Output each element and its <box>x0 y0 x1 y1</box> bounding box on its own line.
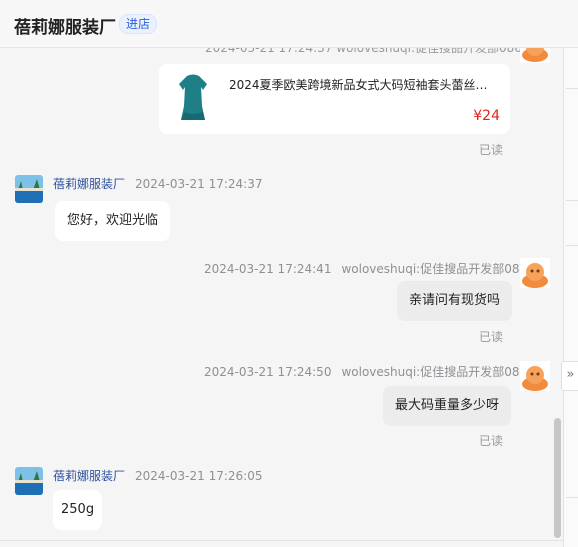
sender-name: woloveshuqi:促佳搜品开发部086 <box>341 365 528 379</box>
message-meta: 2024-03-21 17:24:50 woloveshuqi:促佳搜品开发部08… <box>204 363 527 380</box>
scrollbar-thumb[interactable] <box>554 418 561 538</box>
user-avatar <box>520 47 550 63</box>
user-avatar <box>520 258 550 288</box>
read-status: 已读 <box>479 143 504 157</box>
product-card[interactable]: 2024夏季欧美跨境新品女式大码短袖套头蕾丝百... ¥24 <box>159 64 510 134</box>
message-meta: 蓓莉娜服装厂 2024-03-21 17:24:37 <box>53 175 262 192</box>
message-bubble: 最大码重量多少呀 <box>383 386 512 426</box>
message-time: 2024-03-21 17:24:50 <box>204 365 332 379</box>
message-time: 2024-03-21 17:24:41 <box>204 262 332 276</box>
message-bubble: 您好，欢迎光临 <box>55 201 171 241</box>
panel-divider <box>566 497 578 498</box>
message-meta: 2024-03-21 17:24:37 woloveshuqi:促佳搜品开发部0… <box>205 47 522 55</box>
sender-name[interactable]: 蓓莉娜服装厂 <box>53 177 125 191</box>
user-avatar <box>520 361 550 391</box>
double-chevron-right-icon: » <box>566 367 575 382</box>
product-title: 2024夏季欧美跨境新品女式大码短袖套头蕾丝百... <box>229 78 497 92</box>
message-bubble: 250g <box>53 490 103 530</box>
read-status: 已读 <box>479 434 504 448</box>
message-meta: 2024-03-21 17:24:41 woloveshuqi:促佳搜品开发部08… <box>204 260 527 277</box>
shop-avatar <box>15 175 43 203</box>
message-meta: 蓓莉娜服装厂 2024-03-21 17:26:05 <box>53 467 262 484</box>
panel-divider <box>566 200 578 201</box>
read-status: 已读 <box>479 330 504 344</box>
right-side-panel <box>563 47 578 547</box>
message-time: 2024-03-21 17:24:37 <box>135 177 263 191</box>
chat-header: 蓓莉娜服装厂 进店 <box>0 0 578 48</box>
shop-name: 蓓莉娜服装厂 <box>14 18 116 38</box>
panel-divider <box>566 245 578 246</box>
sender-name[interactable]: 蓓莉娜服装厂 <box>53 469 125 483</box>
product-image <box>179 74 207 120</box>
panel-divider <box>566 88 578 89</box>
shop-avatar <box>15 467 43 495</box>
product-price: ¥24 <box>473 108 500 124</box>
input-divider <box>0 540 563 541</box>
message-bubble: 亲请问有现货吗 <box>397 281 513 321</box>
expand-panel-button[interactable]: » <box>561 361 578 391</box>
enter-shop-button[interactable]: 进店 <box>119 14 158 34</box>
message-time: 2024-03-21 17:26:05 <box>135 469 263 483</box>
sender-name: woloveshuqi:促佳搜品开发部086 <box>341 262 528 276</box>
message-list[interactable]: 2024-03-21 17:24:37 woloveshuqi:促佳搜品开发部0… <box>0 47 563 540</box>
